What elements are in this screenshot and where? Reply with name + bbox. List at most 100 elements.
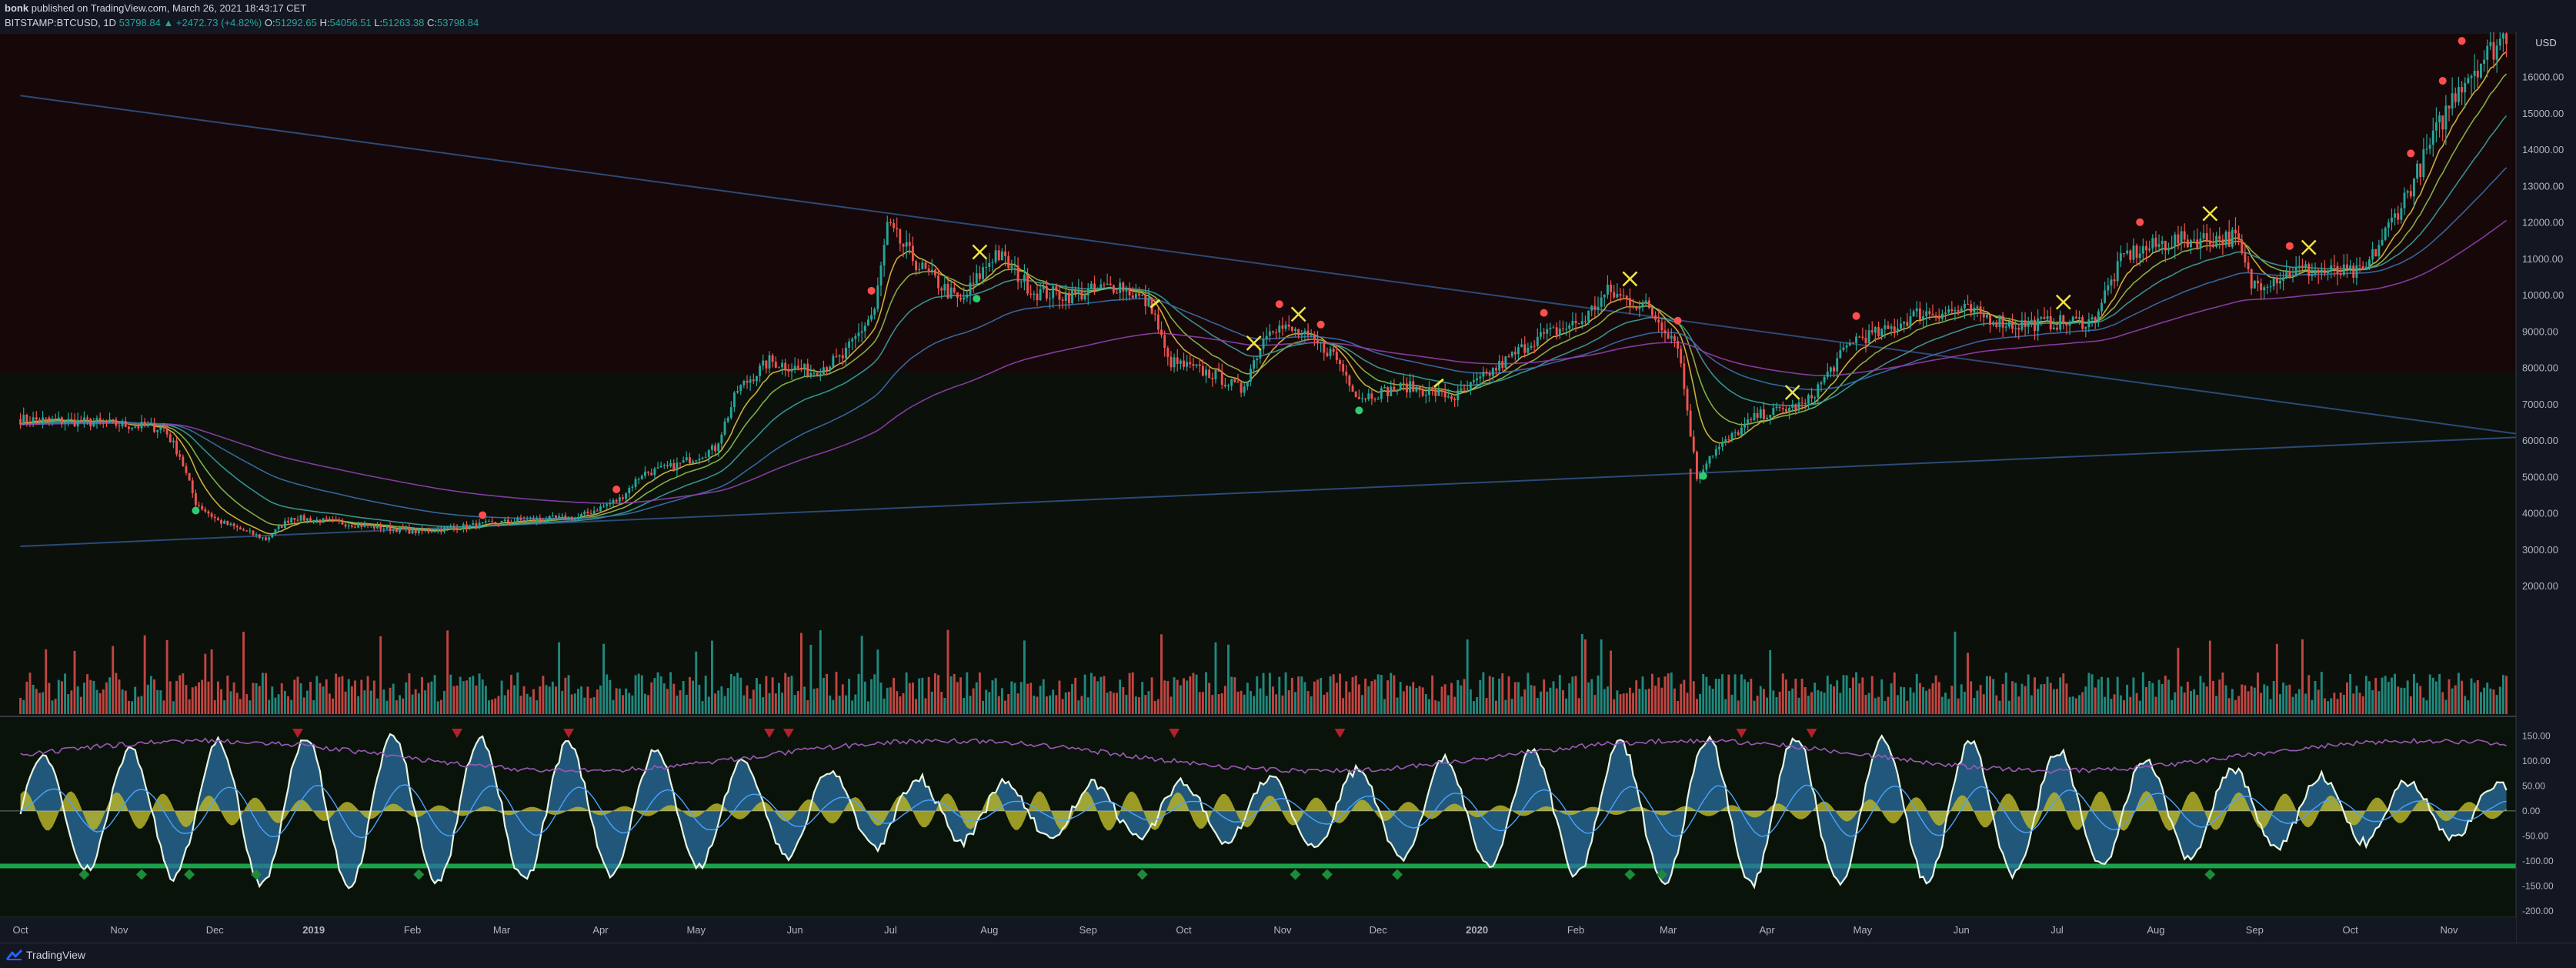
volume-bar bbox=[1380, 675, 1383, 714]
volume-bar bbox=[1144, 695, 1147, 714]
candle[interactable] bbox=[2479, 63, 2482, 80]
buy-signal-dot[interactable] bbox=[973, 295, 981, 303]
candle-body bbox=[2394, 213, 2397, 218]
time-tick-label: 2020 bbox=[1466, 924, 1488, 936]
candle-body bbox=[1077, 289, 1080, 294]
candle[interactable] bbox=[567, 516, 570, 520]
volume-bar bbox=[879, 683, 883, 714]
sell-signal-dot[interactable] bbox=[2136, 218, 2144, 226]
volume-bar bbox=[2406, 680, 2409, 714]
volume-bar bbox=[1680, 683, 1683, 714]
candle-body bbox=[1657, 319, 1660, 323]
candle[interactable] bbox=[548, 515, 551, 521]
sell-signal-dot[interactable] bbox=[612, 486, 621, 494]
candle-body bbox=[873, 309, 876, 315]
buy-signal-dot[interactable] bbox=[1355, 406, 1363, 415]
volume-bar bbox=[1023, 640, 1026, 714]
candle[interactable] bbox=[2231, 226, 2234, 249]
volume-bar bbox=[2476, 679, 2479, 714]
candle-body bbox=[1026, 275, 1029, 294]
candle-body bbox=[1205, 369, 1207, 376]
sell-signal-dot[interactable] bbox=[1275, 300, 1283, 309]
volume-bar bbox=[220, 689, 222, 714]
volume-bar bbox=[446, 630, 449, 714]
sell-signal-dot[interactable] bbox=[2458, 37, 2466, 45]
sell-signal-dot[interactable] bbox=[2407, 149, 2415, 158]
sell-signal-dot[interactable] bbox=[479, 511, 487, 519]
candle[interactable] bbox=[500, 520, 503, 525]
candle-body bbox=[911, 245, 914, 262]
time-tick-label: Sep bbox=[1079, 924, 1097, 936]
volume-bar bbox=[1463, 679, 1466, 714]
candle-body bbox=[1918, 308, 1921, 320]
sell-signal-dot[interactable] bbox=[1852, 312, 1860, 320]
candle[interactable] bbox=[322, 517, 325, 523]
volume-bar bbox=[1156, 699, 1160, 714]
candle-body bbox=[1201, 366, 1204, 376]
oscillator-pane[interactable] bbox=[0, 717, 2516, 917]
buy-signal-dot[interactable] bbox=[192, 506, 200, 515]
sell-signal-dot[interactable] bbox=[2438, 77, 2447, 85]
author-name[interactable]: bonk bbox=[5, 2, 28, 14]
sell-signal-dot[interactable] bbox=[867, 286, 876, 295]
candle-body bbox=[417, 529, 420, 533]
candle-body bbox=[1083, 295, 1086, 300]
sell-signal-dot[interactable] bbox=[1540, 309, 1548, 317]
volume-bar bbox=[526, 693, 529, 714]
volume-bar bbox=[752, 689, 755, 714]
candle-body bbox=[1246, 381, 1249, 387]
chart-canvas[interactable]: USD16000.0015000.0014000.0013000.0012000… bbox=[0, 32, 2576, 943]
volume-bar bbox=[1265, 696, 1268, 714]
symbol-label[interactable]: BITSTAMP:BTCUSD, 1D bbox=[5, 17, 116, 28]
volume-bar bbox=[494, 698, 497, 714]
candle-body bbox=[1870, 330, 1874, 333]
candle-body bbox=[2291, 276, 2294, 278]
volume-bar bbox=[1361, 695, 1363, 714]
candle[interactable] bbox=[188, 472, 191, 481]
volume-bar bbox=[946, 629, 949, 714]
candle[interactable] bbox=[1695, 450, 1698, 482]
candle-body bbox=[905, 242, 908, 247]
candle-body bbox=[1667, 333, 1670, 339]
candle-body bbox=[1650, 308, 1653, 315]
candle-body bbox=[2352, 265, 2355, 278]
sell-signal-dot[interactable] bbox=[2285, 242, 2294, 250]
candle[interactable] bbox=[2374, 249, 2377, 257]
candle-body bbox=[2123, 253, 2125, 255]
volume-bar bbox=[1536, 697, 1539, 714]
candle-body bbox=[322, 518, 325, 523]
candle-body bbox=[51, 419, 54, 420]
volume-bar bbox=[1660, 687, 1663, 714]
candle[interactable] bbox=[459, 529, 462, 531]
oscillator-tick-label: 50.00 bbox=[2522, 780, 2545, 791]
buy-signal-dot[interactable] bbox=[1699, 472, 1707, 480]
candle-body bbox=[1485, 372, 1488, 373]
volume-bar bbox=[1332, 674, 1335, 714]
volume-bar bbox=[1306, 691, 1310, 714]
candle-body bbox=[1654, 315, 1657, 320]
candle[interactable] bbox=[494, 521, 497, 524]
candle-body bbox=[972, 282, 975, 284]
volume-bar bbox=[127, 700, 130, 714]
volume-bar bbox=[19, 697, 22, 714]
volume-bar bbox=[2260, 693, 2263, 714]
sell-signal-dot[interactable] bbox=[1316, 320, 1325, 329]
candle-body bbox=[1775, 406, 1778, 409]
candle[interactable] bbox=[2253, 280, 2256, 289]
volume-bar bbox=[1985, 676, 1988, 714]
candle[interactable] bbox=[1399, 382, 1402, 391]
volume-bar bbox=[732, 676, 736, 714]
candle-body bbox=[1446, 396, 1450, 398]
time-tick-label: Nov bbox=[110, 924, 128, 936]
price-pane[interactable] bbox=[0, 32, 2517, 716]
candle-body bbox=[1437, 389, 1440, 396]
tradingview-logo-icon[interactable] bbox=[6, 949, 23, 961]
volume-bar bbox=[1488, 676, 1491, 714]
candle-body bbox=[1250, 369, 1252, 382]
volume-bar bbox=[2412, 673, 2415, 714]
volume-bar bbox=[1450, 683, 1453, 714]
sell-signal-dot[interactable] bbox=[1673, 316, 1682, 325]
volume-bar bbox=[2094, 687, 2097, 714]
candle[interactable] bbox=[2384, 226, 2387, 242]
tradingview-brand[interactable]: TradingView bbox=[26, 949, 85, 961]
